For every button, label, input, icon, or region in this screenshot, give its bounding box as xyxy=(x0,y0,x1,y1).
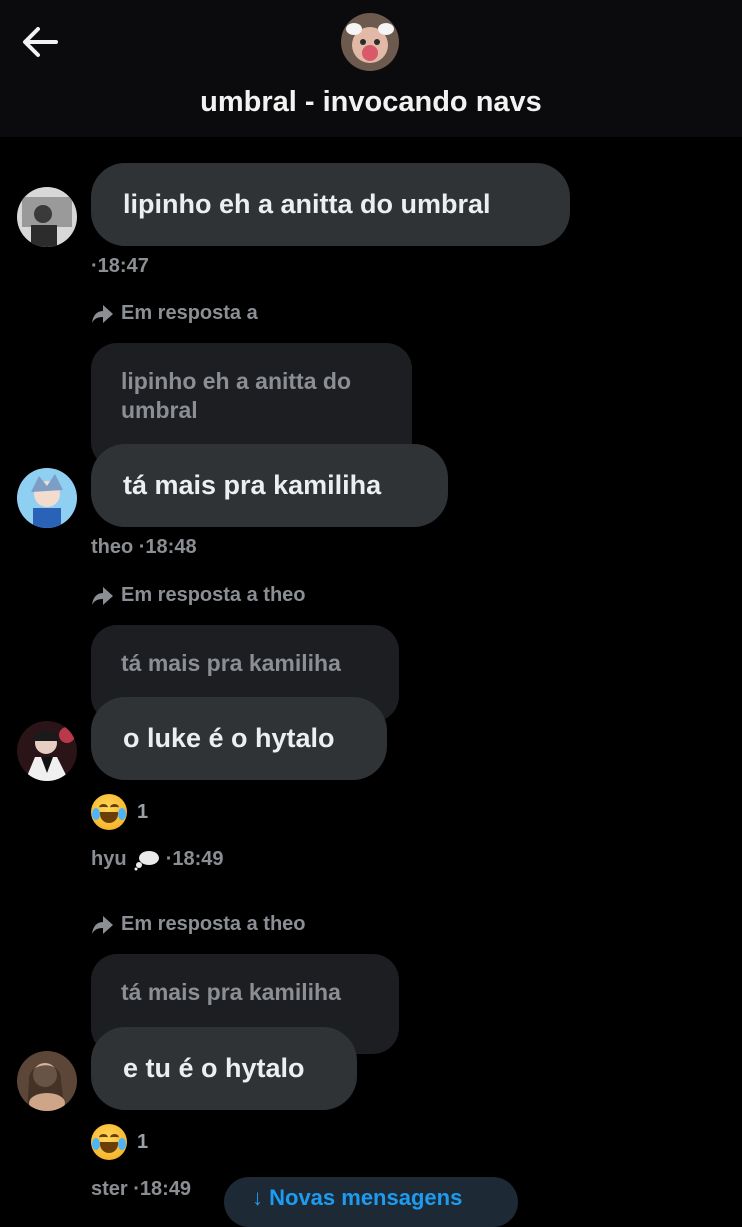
new-messages-button[interactable]: ↓ Novas mensagens xyxy=(224,1177,518,1227)
message-meta: theo ·18:48 xyxy=(91,536,197,558)
message-bubble[interactable]: tá mais pra kamiliha xyxy=(91,444,448,527)
message-meta: hyu ·18:49 xyxy=(91,848,224,871)
sender-avatar[interactable] xyxy=(17,468,77,528)
sender-name: hyu xyxy=(91,848,127,870)
sender-avatar[interactable] xyxy=(17,721,77,781)
reply-arrow-icon xyxy=(92,304,113,323)
chat-header: umbral - invocando navs xyxy=(0,0,742,137)
message-bubble[interactable]: e tu é o hytalo xyxy=(91,1027,357,1110)
message-meta: ·18:47 xyxy=(91,255,149,277)
message-text: lipinho eh a anitta do umbral xyxy=(123,189,491,219)
reply-label: Em resposta a xyxy=(91,302,258,325)
message-bubble[interactable]: lipinho eh a anitta do umbral xyxy=(91,163,570,246)
reply-label: Em resposta a theo xyxy=(91,913,306,936)
sender-avatar[interactable] xyxy=(17,187,77,247)
message-text: o luke é o hytalo xyxy=(123,723,335,753)
group-title: umbral - invocando navs xyxy=(200,86,542,118)
message-meta: ster ·18:49 xyxy=(91,1178,192,1200)
message-time: ·18:49 xyxy=(165,848,224,870)
reaction-count: 1 xyxy=(137,1130,149,1153)
sender-avatar[interactable] xyxy=(17,1051,77,1111)
message-bubble[interactable]: o luke é o hytalo xyxy=(91,697,387,780)
quoted-text: lipinho eh a anitta do umbral xyxy=(121,368,351,423)
reply-arrow-icon xyxy=(92,915,113,934)
reaction-count: 1 xyxy=(137,800,149,823)
arrow-left-icon xyxy=(23,27,58,57)
new-messages-label: ↓ Novas mensagens xyxy=(252,1185,463,1210)
group-avatar[interactable] xyxy=(341,13,399,71)
reply-arrow-icon xyxy=(92,586,113,605)
back-button[interactable] xyxy=(20,24,60,60)
quoted-text: tá mais pra kamiliha xyxy=(121,979,341,1005)
joy-emoji-icon xyxy=(91,794,127,830)
reply-label: Em resposta a theo xyxy=(91,584,306,607)
thought-bubble-icon xyxy=(134,850,160,871)
reaction-chip[interactable]: 1 xyxy=(91,1124,148,1160)
quoted-text: tá mais pra kamiliha xyxy=(121,650,341,676)
reaction-chip[interactable]: 1 xyxy=(91,794,148,830)
message-text: e tu é o hytalo xyxy=(123,1053,305,1083)
message-text: tá mais pra kamiliha xyxy=(123,470,382,500)
joy-emoji-icon xyxy=(91,1124,127,1160)
